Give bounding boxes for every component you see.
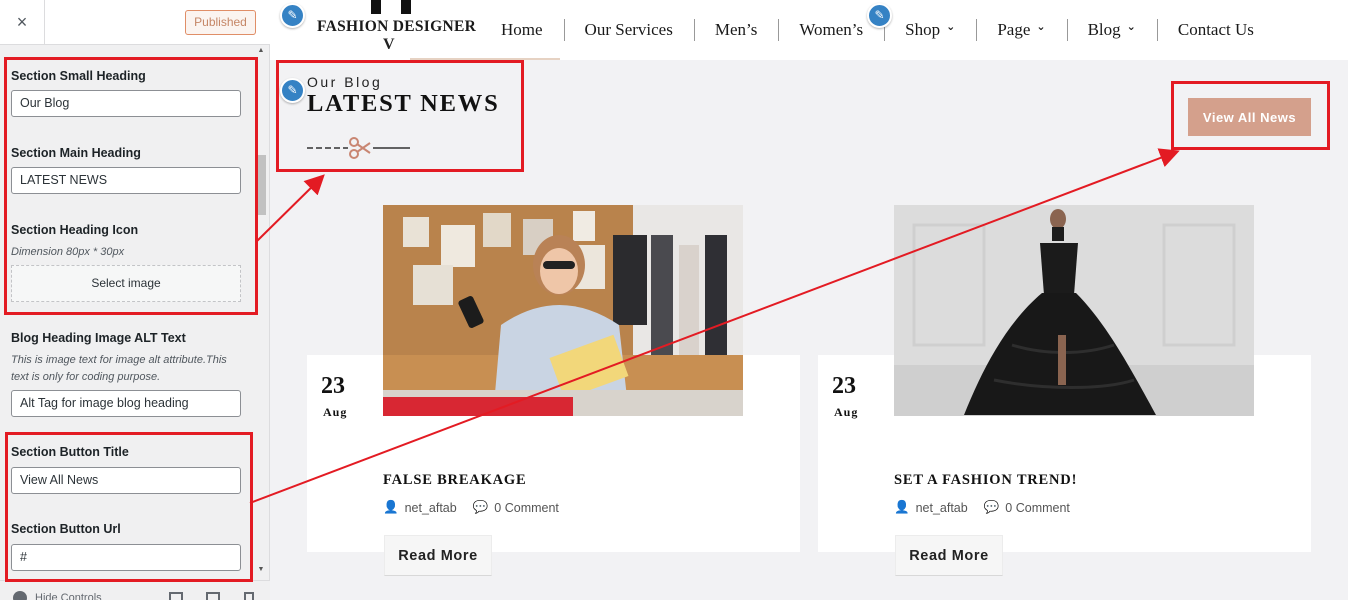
controls-panel: Section Small Heading Our Blog Section M…: [0, 45, 256, 580]
sidebar-scrollbar[interactable]: ▲ ▼: [256, 45, 266, 578]
scissors-divider-icon: [307, 137, 410, 159]
nav-item-our-services[interactable]: Our Services: [563, 17, 694, 43]
heading-icon-description: Dimension 80px * 30px: [11, 246, 125, 258]
published-button[interactable]: Published: [185, 10, 256, 35]
alt-text-label: Blog Heading Image ALT Text: [11, 331, 186, 345]
mobile-preview-icon[interactable]: [244, 592, 254, 600]
nav-item-home[interactable]: Home: [480, 17, 564, 43]
desktop-preview-icon[interactable]: [169, 592, 183, 600]
nav-item-label: Contact Us: [1177, 20, 1254, 39]
site-preview: FASHION DESIGNER V Home Our Services Men’s…: [270, 0, 1348, 600]
nav-item-label: Shop: [905, 20, 941, 39]
alt-text-description: This is image text for image alt attribu…: [11, 354, 227, 383]
post-author[interactable]: net_aftab: [916, 501, 968, 515]
edit-shortcut-icon[interactable]: ✎: [867, 3, 892, 28]
nav-item-men-s[interactable]: Men’s: [693, 17, 779, 43]
logo-text: FASHION DESIGNER: [317, 18, 477, 35]
post-meta: 👤 net_aftab 💬 0 Comment: [383, 500, 559, 515]
section-heading: Our Blog LATEST NEWS: [307, 74, 500, 159]
button-title-label: Section Button Title: [11, 445, 129, 459]
customizer-header: × Published: [0, 0, 270, 45]
customizer-footer: Hide Controls: [0, 580, 270, 600]
nav-item-blog[interactable]: Blog ⌄: [1066, 15, 1157, 43]
user-icon: 👤: [383, 500, 399, 514]
comment-icon: 💬: [983, 500, 1000, 514]
nav-item-label: Men’s: [714, 20, 758, 39]
nav-item-contact-us[interactable]: Contact Us: [1156, 17, 1275, 43]
section-small-heading: Our Blog: [307, 74, 383, 90]
post-date-month: Aug: [834, 405, 859, 419]
post-comments[interactable]: 0 Comment: [1005, 501, 1070, 515]
post-meta: 👤 net_aftab 💬 0 Comment: [894, 500, 1070, 515]
comment-icon: 💬: [472, 500, 489, 514]
post-title[interactable]: FALSE BREAKAGE: [383, 472, 526, 489]
post-date-month: Aug: [323, 405, 348, 419]
tablet-preview-icon[interactable]: [206, 592, 220, 600]
read-more-button[interactable]: Read More: [895, 535, 1003, 576]
edit-shortcut-icon[interactable]: ✎: [280, 3, 305, 28]
small-heading-input[interactable]: Our Blog: [11, 90, 241, 117]
alt-text-input[interactable]: Alt Tag for image blog heading: [11, 390, 241, 417]
main-heading-label: Section Main Heading: [11, 146, 141, 160]
logo-mark: [371, 0, 411, 14]
nav-item-label: Women’s: [799, 20, 864, 39]
site-header: FASHION DESIGNER V Home Our Services Men’s…: [270, 0, 1348, 60]
post-comments[interactable]: 0 Comment: [494, 501, 559, 515]
nav-item-label: Our Services: [584, 20, 673, 39]
designer-photo: [383, 205, 743, 416]
post-title[interactable]: SET A FASHION TREND!: [894, 472, 1077, 489]
nav-item-label: Page: [997, 20, 1031, 39]
scrollbar-thumb[interactable]: [258, 155, 266, 215]
hide-controls-icon: [13, 591, 27, 600]
main-heading-input[interactable]: LATEST NEWS: [11, 167, 241, 194]
hide-controls-button[interactable]: Hide Controls: [13, 591, 102, 600]
select-image-button[interactable]: Select image: [11, 265, 241, 302]
small-heading-label: Section Small Heading: [11, 69, 146, 83]
hide-controls-label: Hide Controls: [35, 592, 102, 600]
post-date-day: 23: [321, 373, 345, 399]
chevron-down-icon[interactable]: ⌄: [1127, 15, 1136, 39]
logo-mark-v: V: [383, 36, 395, 53]
button-url-input[interactable]: #: [11, 544, 241, 571]
button-url-label: Section Button Url: [11, 522, 121, 536]
post-date-day: 23: [832, 373, 856, 399]
chevron-down-icon[interactable]: ⌄: [1036, 15, 1045, 39]
scroll-down-icon[interactable]: ▼: [256, 566, 266, 573]
post-image[interactable]: [894, 205, 1254, 416]
site-logo[interactable]: FASHION DESIGNER V: [317, 0, 476, 60]
nav-item-shop[interactable]: Shop ⌄: [884, 17, 976, 43]
post-image[interactable]: [383, 205, 743, 416]
section-main-heading: LATEST NEWS: [307, 90, 500, 117]
read-more-button[interactable]: Read More: [384, 535, 492, 576]
heading-icon-label: Section Heading Icon: [11, 223, 139, 237]
post-author[interactable]: net_aftab: [405, 501, 457, 515]
close-icon[interactable]: ×: [0, 0, 45, 45]
nav-item-page[interactable]: Page ⌄: [976, 17, 1066, 43]
scroll-up-icon[interactable]: ▲: [256, 47, 266, 54]
gown-photo: [894, 205, 1254, 416]
edit-shortcut-icon[interactable]: ✎: [280, 78, 305, 103]
customizer-sidebar: × Published Section Small Heading Our Bl…: [0, 0, 270, 600]
nav-item-label: Blog: [1087, 20, 1121, 39]
user-icon: 👤: [894, 500, 910, 514]
nav-item-label: Home: [501, 20, 543, 39]
view-all-news-button[interactable]: View All News: [1188, 98, 1311, 136]
chevron-down-icon[interactable]: ⌄: [946, 15, 955, 39]
button-title-input[interactable]: View All News: [11, 467, 241, 494]
